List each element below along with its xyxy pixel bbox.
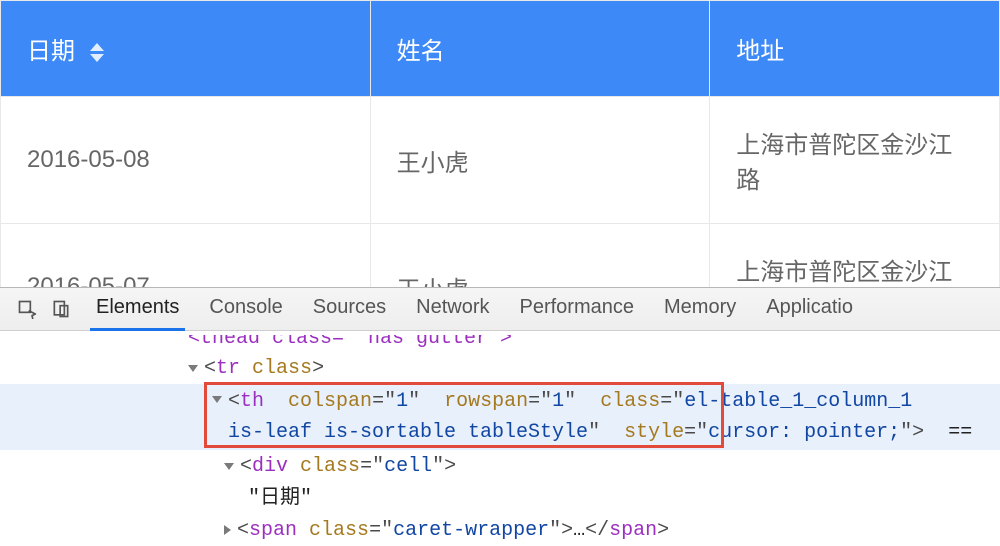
cell-date: 2016-05-08 <box>1 97 371 224</box>
cell-date: 2016-05-07 <box>1 224 371 288</box>
table-row: 2016-05-07 王小虎 上海市普陀区金沙江路 <box>1 224 1000 288</box>
cell-name: 王小虎 <box>370 97 710 224</box>
devtools-toolbar: Elements Console Sources Network Perform… <box>0 288 1000 331</box>
sort-caret-icon[interactable] <box>90 43 104 62</box>
col-header-address[interactable]: 地址 <box>710 1 1000 97</box>
col-header-name-label: 姓名 <box>397 38 445 65</box>
devtools-dom-tree[interactable]: <thead class= has gutter > <tr class> <t… <box>0 331 1000 546</box>
tab-elements[interactable]: Elements <box>90 288 185 331</box>
dom-node-span-caret[interactable]: <span class="caret-wrapper">…</span> <box>0 514 1000 546</box>
disclosure-triangle-icon[interactable] <box>212 396 222 403</box>
dom-text-node[interactable]: "日期" <box>0 482 1000 514</box>
cell-name: 王小虎 <box>370 224 710 288</box>
tab-console[interactable]: Console <box>203 288 288 330</box>
col-header-address-label: 地址 <box>736 38 784 65</box>
device-toggle-icon[interactable] <box>44 288 78 331</box>
data-table: 日期 姓名 地址 2016-05-08 王小虎 上海市普陀区金沙江路 <box>0 0 1000 287</box>
cell-address: 上海市普陀区金沙江路 <box>710 224 1000 288</box>
dom-node-div-cell[interactable]: <div class="cell"> <box>0 450 1000 482</box>
disclosure-triangle-icon[interactable] <box>224 463 234 470</box>
col-header-name[interactable]: 姓名 <box>370 1 710 97</box>
inspect-element-icon[interactable] <box>10 288 44 331</box>
tab-application[interactable]: Applicatio <box>760 288 859 330</box>
tab-memory[interactable]: Memory <box>658 288 742 330</box>
dom-node-th-selected[interactable]: <th colspan="1" rowspan="1" class="el-ta… <box>0 384 1000 450</box>
disclosure-triangle-icon[interactable] <box>188 365 198 372</box>
col-header-date[interactable]: 日期 <box>1 1 371 97</box>
data-table-wrapper: 日期 姓名 地址 2016-05-08 王小虎 上海市普陀区金沙江路 <box>0 0 1000 287</box>
tab-performance[interactable]: Performance <box>514 288 641 330</box>
table-row: 2016-05-08 王小虎 上海市普陀区金沙江路 <box>1 97 1000 224</box>
col-header-date-label: 日期 <box>27 38 75 65</box>
tab-network[interactable]: Network <box>410 288 495 330</box>
dom-node-thead[interactable]: <thead class= has gutter > <box>0 335 1000 352</box>
tab-sources[interactable]: Sources <box>307 288 392 330</box>
cell-address: 上海市普陀区金沙江路 <box>710 97 1000 224</box>
devtools-tabs: Elements Console Sources Network Perform… <box>90 288 859 330</box>
devtools-panel: Elements Console Sources Network Perform… <box>0 287 1000 527</box>
dom-node-tr[interactable]: <tr class> <box>0 352 1000 384</box>
